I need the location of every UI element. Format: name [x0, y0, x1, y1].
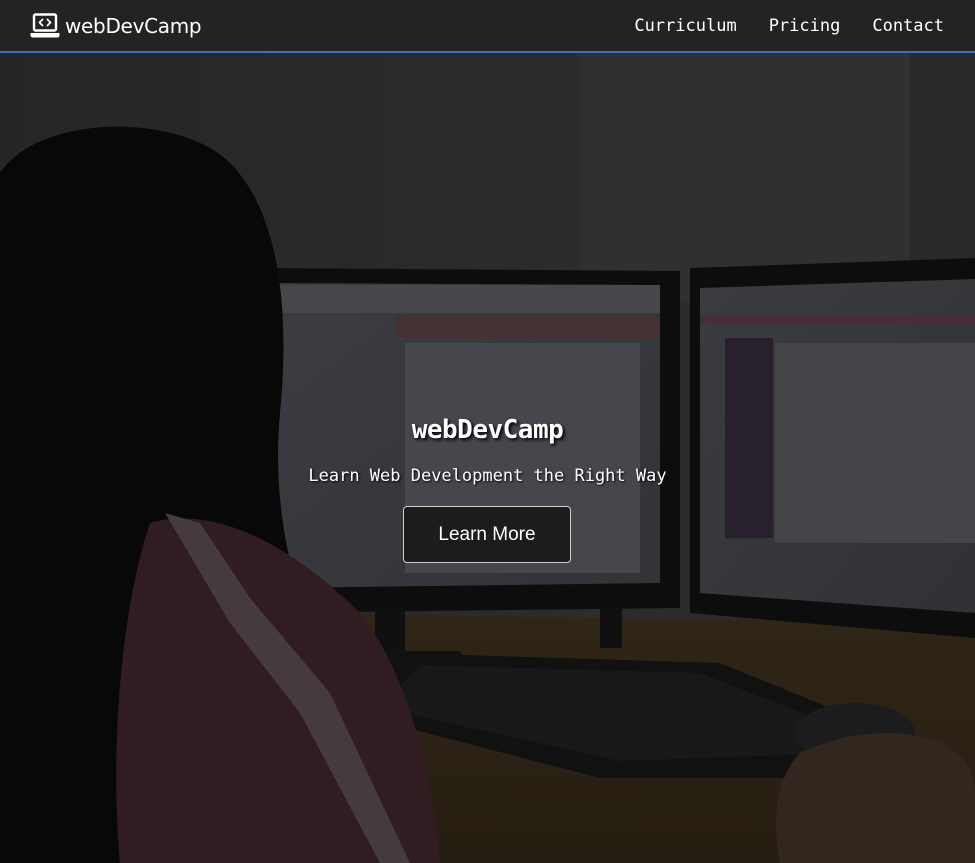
nav-links: Curriculum Pricing Contact: [634, 14, 944, 38]
nav-link-contact[interactable]: Contact: [872, 14, 944, 38]
hero-title: webDevCamp: [411, 415, 564, 445]
nav-link-curriculum[interactable]: Curriculum: [634, 14, 736, 38]
hero-section: webDevCamp Learn Web Development the Rig…: [0, 53, 975, 863]
hero-background-image: [0, 53, 975, 863]
brand-link[interactable]: webDevCamp: [30, 12, 202, 40]
brand-name: webDevCamp: [65, 14, 202, 38]
nav-link-pricing[interactable]: Pricing: [769, 14, 841, 38]
learn-more-button[interactable]: Learn More: [403, 506, 571, 563]
laptop-code-icon: [30, 13, 60, 38]
hero-subtitle: Learn Web Development the Right Way: [308, 466, 667, 486]
top-navbar: webDevCamp Curriculum Pricing Contact: [0, 0, 975, 53]
